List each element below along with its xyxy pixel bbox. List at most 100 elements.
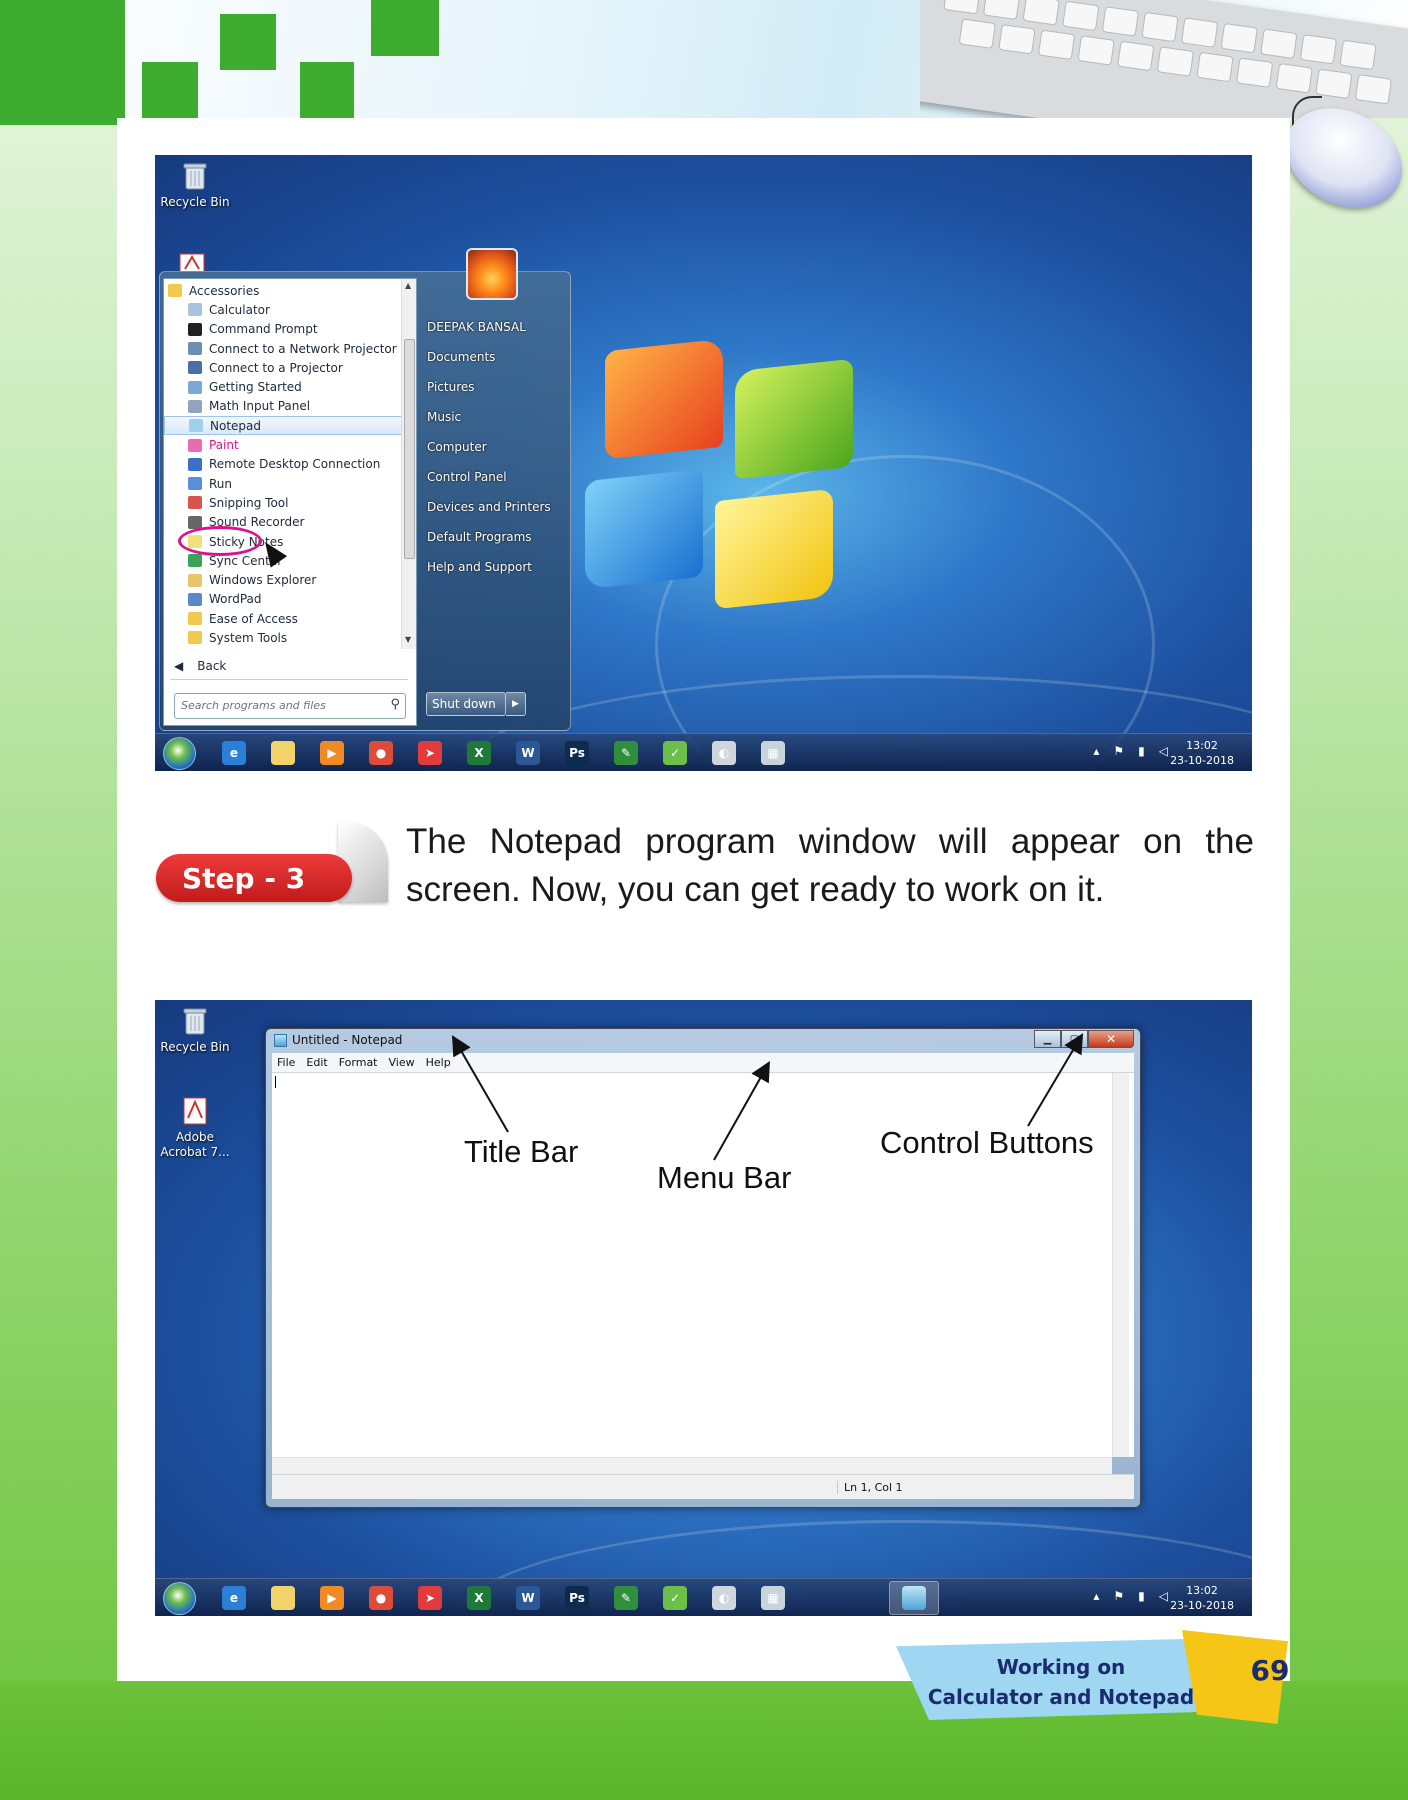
menu-item[interactable]: Help — [426, 1056, 451, 1069]
desktop-icon-acrobat[interactable]: Adobe Acrobat 7... — [155, 1096, 235, 1160]
program-item[interactable]: Command Prompt — [164, 320, 402, 339]
green-square — [300, 62, 354, 118]
shutdown-options-arrow-icon[interactable]: ▶ — [506, 692, 526, 716]
program-item[interactable]: Notepad — [164, 416, 402, 436]
taskbar-button[interactable]: ➤ — [405, 736, 455, 770]
program-label: Accessories — [189, 283, 260, 298]
search-input[interactable]: Search programs and files ⚲ — [174, 693, 406, 719]
taskbar-button[interactable]: ▶ — [307, 1581, 357, 1615]
start-menu-link[interactable]: Default Programs — [423, 522, 563, 552]
program-item[interactable]: Snipping Tool — [164, 493, 402, 512]
program-item[interactable]: WordPad — [164, 590, 402, 609]
program-item[interactable]: Accessories — [164, 281, 402, 300]
taskbar-clock[interactable]: 13:02 23-10-2018 — [1170, 1583, 1234, 1613]
taskbar-notepad-button[interactable] — [889, 1581, 939, 1615]
program-item[interactable]: Paint — [164, 435, 402, 454]
taskbar-button[interactable]: ◐ — [699, 736, 749, 770]
program-item[interactable]: Remote Desktop Connection — [164, 455, 402, 474]
start-menu-link[interactable]: Devices and Printers — [423, 492, 563, 522]
taskbar-button[interactable]: W — [503, 736, 553, 770]
notepad-window: Untitled - Notepad ▁ ▢ ✕ File Edit Format V… — [265, 1028, 1141, 1508]
taskbar-button[interactable]: W — [503, 1581, 553, 1615]
text-caret — [275, 1076, 276, 1088]
start-menu-link[interactable]: Documents — [423, 342, 563, 372]
menu-item[interactable]: Format — [339, 1056, 378, 1069]
status-bar: Ln 1, Col 1 — [272, 1474, 1134, 1499]
start-menu-link[interactable]: Help and Support — [423, 552, 563, 582]
program-item[interactable]: Calculator — [164, 300, 402, 319]
user-avatar[interactable] — [466, 248, 518, 300]
system-tray[interactable]: ▴⚑▮◁ — [1093, 744, 1182, 758]
programs-scrollbar[interactable]: ▲ ▼ — [401, 279, 416, 649]
program-item[interactable]: Math Input Panel — [164, 397, 402, 416]
chapter-tag: Working on Calculator and Notepad — [896, 1630, 1288, 1730]
taskbar-button[interactable]: ● — [356, 736, 406, 770]
excel-icon: X — [467, 1586, 491, 1610]
taskbar-button[interactable]: ✓ — [650, 1581, 700, 1615]
system-tray[interactable]: ▴⚑▮◁ — [1093, 1589, 1182, 1603]
taskbar-button[interactable] — [258, 736, 308, 770]
taskbar-button[interactable]: ▦ — [748, 1581, 798, 1615]
vertical-scrollbar[interactable] — [1112, 1073, 1129, 1457]
program-icon — [188, 592, 202, 606]
shutdown-button[interactable]: Shut down — [426, 692, 506, 716]
taskbar-button[interactable]: e — [209, 736, 259, 770]
program-item[interactable]: Connect to a Projector — [164, 358, 402, 377]
taskbar-button[interactable]: Ps — [552, 736, 602, 770]
program-item[interactable]: Connect to a Network Projector — [164, 339, 402, 358]
start-menu-link[interactable]: Pictures — [423, 372, 563, 402]
taskbar-button[interactable]: Ps — [552, 1581, 602, 1615]
program-item[interactable]: Run — [164, 474, 402, 493]
program-icon — [188, 303, 202, 317]
back-label: Back — [197, 659, 227, 673]
desktop-icon-recycle-bin[interactable]: Recycle Bin — [155, 1006, 235, 1054]
program-item[interactable]: Windows Explorer — [164, 570, 402, 589]
taskbar-button[interactable]: ◐ — [699, 1581, 749, 1615]
scroll-down-arrow-icon[interactable]: ▼ — [405, 635, 411, 644]
taskbar-button[interactable]: X — [454, 1581, 504, 1615]
taskbar-button[interactable]: ✎ — [601, 736, 651, 770]
menu-item[interactable]: File — [277, 1056, 295, 1069]
taskbar-button[interactable] — [258, 1581, 308, 1615]
cursor-position: Ln 1, Col 1 — [837, 1481, 903, 1494]
paper-plane-icon: ➤ — [418, 741, 442, 765]
program-item[interactable]: System Tools — [164, 628, 402, 647]
start-menu-link[interactable]: Music — [423, 402, 563, 432]
back-button[interactable]: ◀ Back — [174, 659, 226, 673]
taskbar-clock[interactable]: 13:02 23-10-2018 — [1170, 738, 1234, 768]
program-label: Getting Started — [209, 380, 302, 395]
start-button[interactable] — [163, 1582, 196, 1615]
search-icon[interactable]: ⚲ — [390, 697, 400, 712]
menu-item[interactable]: Edit — [306, 1056, 327, 1069]
taskbar-button[interactable]: ✎ — [601, 1581, 651, 1615]
program-label: WordPad — [209, 592, 262, 607]
taskbar-button[interactable]: e — [209, 1581, 259, 1615]
horizontal-scrollbar[interactable] — [272, 1457, 1112, 1474]
close-button[interactable]: ✕ — [1088, 1030, 1134, 1048]
taskbar-button[interactable]: X — [454, 736, 504, 770]
taskbar-button[interactable]: ✓ — [650, 736, 700, 770]
program-icon — [188, 438, 202, 452]
maximize-button[interactable]: ▢ — [1061, 1030, 1088, 1048]
start-menu-link[interactable]: DEEPAK BANSAL — [423, 312, 563, 342]
green-square — [371, 0, 439, 56]
page-number: 69 — [1250, 1654, 1290, 1687]
start-button[interactable] — [163, 737, 196, 770]
title-bar[interactable]: Untitled - Notepad — [274, 1033, 402, 1047]
internet-explorer-icon: e — [222, 1586, 246, 1610]
menu-item[interactable]: View — [389, 1056, 415, 1069]
scrollbar-thumb[interactable] — [404, 339, 415, 559]
minimize-button[interactable]: ▁ — [1034, 1030, 1061, 1048]
taskbar-button[interactable]: ● — [356, 1581, 406, 1615]
highlight-ring — [178, 526, 262, 556]
taskbar-button[interactable]: ▶ — [307, 736, 357, 770]
taskbar-button[interactable]: ➤ — [405, 1581, 455, 1615]
media-player-icon: ▶ — [320, 741, 344, 765]
program-item[interactable]: Getting Started — [164, 377, 402, 396]
scroll-up-arrow-icon[interactable]: ▲ — [405, 281, 411, 290]
taskbar-button[interactable]: ▦ — [748, 736, 798, 770]
start-menu-link[interactable]: Computer — [423, 432, 563, 462]
desktop-icon-recycle-bin[interactable]: Recycle Bin — [155, 161, 235, 209]
program-item[interactable]: Ease of Access — [164, 609, 402, 628]
start-menu-link[interactable]: Control Panel — [423, 462, 563, 492]
